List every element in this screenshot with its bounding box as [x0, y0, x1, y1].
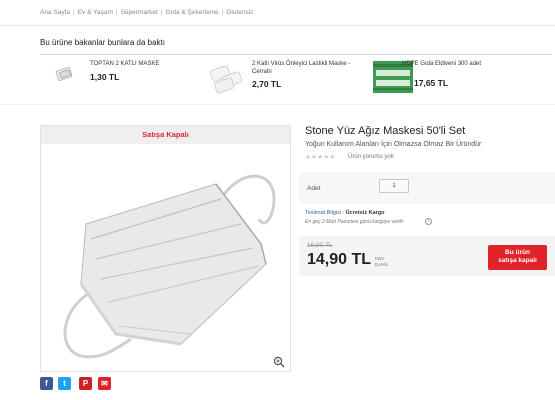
delivery-note: En geç 2 Mart Pazartesi günü kargoya ver… — [305, 219, 404, 225]
mask-thumbnail-icon — [40, 58, 80, 90]
current-price: 14,90 TL — [307, 251, 372, 268]
sales-closed-button[interactable]: Bu ürün satışa kapalı — [488, 245, 547, 270]
buy-button-line2: satışa kapalı — [498, 257, 537, 264]
breadcrumb-separator: | — [221, 9, 224, 16]
old-price: 19,90 TL — [307, 242, 333, 249]
twitter-icon[interactable]: t — [58, 377, 71, 390]
quantity-label: Adet — [307, 185, 321, 192]
related-item-name[interactable]: 2 Katlı Virüs Önleyici Lastikli Maske - … — [252, 60, 352, 76]
breadcrumb-separator: | — [73, 9, 75, 16]
product-subtitle: Yoğun Kullanım Alanları İçin Olmazsa Olm… — [305, 141, 482, 148]
review-count[interactable]: Ürün yorumu yok — [348, 154, 394, 160]
related-item-surgical-mask[interactable]: 2 Katlı Virüs Önleyici Lastikli Maske - … — [205, 58, 355, 98]
product-title: Stone Yüz Ağız Maskesi 50'li Set — [305, 125, 466, 137]
delivery-info: Teslimat Bilgisi : Ücretsiz Kargo — [305, 210, 385, 216]
vat-included-text: DAHİL — [375, 261, 389, 267]
pinterest-icon[interactable]: P — [79, 377, 92, 390]
price-panel: 19,90 TL 14,90 TL KDV DAHİL Bu ürün satı… — [299, 236, 555, 276]
info-icon[interactable]: i — [425, 218, 432, 225]
related-item-gloves[interactable]: HDPE Gıda Eldiveni 300 adet 17,65 TL — [372, 58, 512, 98]
related-item-price: 17,65 TL — [414, 78, 449, 88]
quantity-panel: Adet 1 — [299, 172, 555, 204]
breadcrumb-glutenfree[interactable]: Glutensiz — [226, 9, 253, 16]
surgical-mask-thumbnail-icon — [205, 58, 250, 98]
related-item-mask[interactable]: TOPTAN 2 KATLI MASKE 1,30 TL — [40, 58, 180, 98]
zoom-icon[interactable] — [273, 356, 285, 368]
breadcrumb-supermarket[interactable]: Süpermarket — [121, 9, 158, 16]
breadcrumb-home[interactable]: Ana Sayfa — [40, 9, 70, 16]
section-divider — [0, 104, 555, 105]
delivery-label[interactable]: Teslimat Bilgisi — [305, 210, 341, 216]
breadcrumb-food[interactable]: Gıda & Şekerleme — [166, 9, 219, 16]
product-mask-image[interactable] — [41, 144, 290, 372]
related-item-name[interactable]: TOPTAN 2 KATLI MASKE — [90, 60, 180, 68]
header-divider — [0, 25, 555, 26]
product-image-box: Satışa Kapalı — [40, 125, 291, 372]
facebook-icon[interactable]: f — [40, 377, 53, 390]
buy-button-line1: Bu ürün — [505, 249, 530, 256]
related-item-price: 1,30 TL — [90, 72, 120, 82]
breadcrumb: Ana Sayfa | Ev & Yaşam | Süpermarket | Gıda & … — [40, 9, 253, 16]
related-item-price: 2,70 TL — [252, 79, 282, 89]
related-divider — [40, 54, 552, 55]
email-icon[interactable]: ✉ — [98, 377, 111, 390]
breadcrumb-home-living[interactable]: Ev & Yaşam — [78, 9, 113, 16]
quantity-input[interactable]: 1 — [379, 179, 409, 193]
rating-stars[interactable]: ★★★★★ — [305, 153, 336, 161]
delivery-value: Ücretsiz Kargo — [345, 210, 385, 216]
breadcrumb-separator: | — [160, 9, 163, 16]
sales-closed-banner: Satışa Kapalı — [41, 126, 290, 144]
related-item-name[interactable]: HDPE Gıda Eldiveni 300 adet — [402, 60, 497, 68]
breadcrumb-separator: | — [115, 9, 118, 16]
related-section-title: Bu ürüne bakanlar bunlara da baktı — [40, 38, 165, 47]
vat-included-label: KDV DAHİL — [375, 256, 388, 267]
